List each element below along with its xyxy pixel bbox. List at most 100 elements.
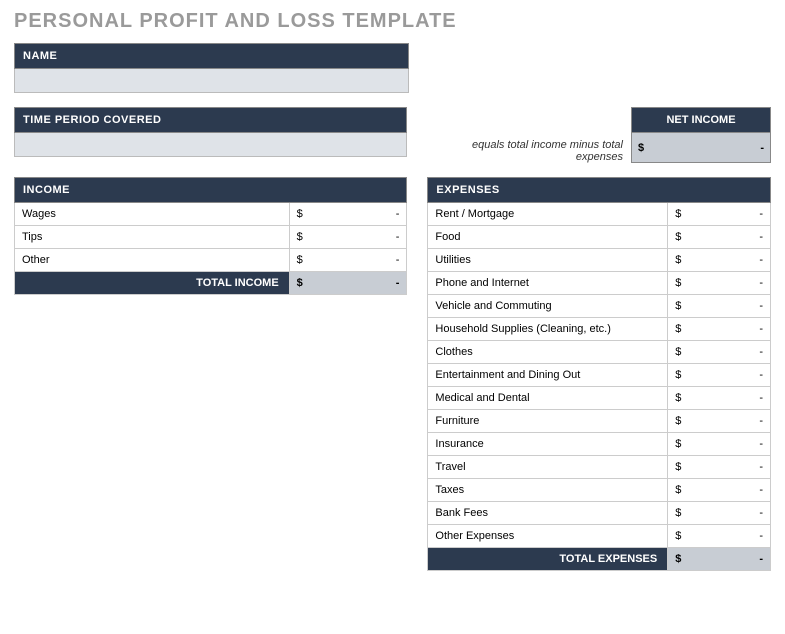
expenses-row-amount: - [759,530,763,542]
income-row-label[interactable]: Wages [15,203,290,226]
expenses-row-value[interactable]: $- [668,433,771,456]
table-row: Phone and Internet$- [428,272,771,295]
expenses-row-symbol: $ [675,530,681,542]
expenses-row-value[interactable]: $- [668,502,771,525]
expenses-header: EXPENSES [428,178,771,203]
expenses-row-value[interactable]: $- [668,272,771,295]
expenses-row-amount: - [759,461,763,473]
expenses-row-label[interactable]: Medical and Dental [428,387,668,410]
expenses-row-symbol: $ [675,392,681,404]
net-income-value: $ - [631,133,771,163]
expenses-row-amount: - [759,231,763,243]
expenses-row-amount: - [759,369,763,381]
expenses-row-amount: - [759,254,763,266]
expenses-row-value[interactable]: $- [668,295,771,318]
expenses-row-symbol: $ [675,507,681,519]
expenses-row-value[interactable]: $- [668,226,771,249]
expenses-row-label[interactable]: Entertainment and Dining Out [428,364,668,387]
expenses-row-value[interactable]: $- [668,318,771,341]
income-row-value[interactable]: $- [289,226,407,249]
expenses-row-amount: - [759,208,763,220]
table-row: Rent / Mortgage$- [428,203,771,226]
expenses-row-value[interactable]: $- [668,525,771,548]
income-row-value[interactable]: $- [289,249,407,272]
expenses-row-value[interactable]: $- [668,249,771,272]
expenses-row-value[interactable]: $- [668,203,771,226]
expenses-row-symbol: $ [675,369,681,381]
expenses-row-value[interactable]: $- [668,364,771,387]
table-row: Insurance$- [428,433,771,456]
expenses-row-label[interactable]: Vehicle and Commuting [428,295,668,318]
expenses-row-amount: - [759,507,763,519]
expenses-row-label[interactable]: Other Expenses [428,525,668,548]
time-period-header: TIME PERIOD COVERED [14,107,407,133]
expenses-row-value[interactable]: $- [668,410,771,433]
expenses-row-label[interactable]: Taxes [428,479,668,502]
expenses-row-amount: - [759,438,763,450]
expenses-row-label[interactable]: Travel [428,456,668,479]
expenses-row-label[interactable]: Bank Fees [428,502,668,525]
expenses-row-amount: - [759,277,763,289]
expenses-row-value[interactable]: $- [668,456,771,479]
expenses-row-label[interactable]: Food [428,226,668,249]
expenses-row-value[interactable]: $- [668,479,771,502]
page-title: PERSONAL PROFIT AND LOSS TEMPLATE [14,10,771,33]
net-income-note: equals total income minus total expenses [427,133,631,163]
table-row: Other Expenses$- [428,525,771,548]
income-header: INCOME [15,178,407,203]
net-income-symbol: $ [638,142,644,154]
income-row-amount: - [396,208,400,220]
expenses-row-amount: - [759,415,763,427]
time-period-input[interactable] [14,133,407,157]
income-row-amount: - [396,254,400,266]
expenses-row-amount: - [759,346,763,358]
income-row-label[interactable]: Tips [15,226,290,249]
income-row-symbol: $ [297,208,303,220]
table-row: Food$- [428,226,771,249]
expenses-row-symbol: $ [675,254,681,266]
table-row: Other$- [15,249,407,272]
income-total-label: TOTAL INCOME [15,272,290,295]
expenses-row-symbol: $ [675,231,681,243]
expenses-table: EXPENSES Rent / Mortgage$-Food$-Utilitie… [427,177,771,571]
income-table: INCOME Wages$-Tips$-Other$- TOTAL INCOME… [14,177,407,295]
expenses-total-label: TOTAL EXPENSES [428,548,668,571]
expenses-row-symbol: $ [675,277,681,289]
expenses-row-symbol: $ [675,300,681,312]
expenses-row-value[interactable]: $- [668,387,771,410]
expenses-row-symbol: $ [675,415,681,427]
table-row: Vehicle and Commuting$- [428,295,771,318]
expenses-row-label[interactable]: Insurance [428,433,668,456]
name-header: NAME [14,43,409,69]
expenses-row-symbol: $ [675,208,681,220]
table-row: Taxes$- [428,479,771,502]
income-row-amount: - [396,231,400,243]
expenses-row-label[interactable]: Utilities [428,249,668,272]
expenses-row-label[interactable]: Rent / Mortgage [428,203,668,226]
expenses-row-label[interactable]: Household Supplies (Cleaning, etc.) [428,318,668,341]
expenses-row-value[interactable]: $- [668,341,771,364]
table-row: Wages$- [15,203,407,226]
expenses-row-symbol: $ [675,323,681,335]
table-row: Clothes$- [428,341,771,364]
expenses-row-symbol: $ [675,461,681,473]
income-row-label[interactable]: Other [15,249,290,272]
expenses-row-symbol: $ [675,484,681,496]
table-row: Tips$- [15,226,407,249]
income-row-value[interactable]: $- [289,203,407,226]
income-total-symbol: $ [297,277,303,289]
table-row: Travel$- [428,456,771,479]
expenses-row-label[interactable]: Phone and Internet [428,272,668,295]
name-input[interactable] [14,69,409,93]
expenses-row-label[interactable]: Furniture [428,410,668,433]
expenses-row-symbol: $ [675,346,681,358]
expenses-row-amount: - [759,323,763,335]
expenses-row-label[interactable]: Clothes [428,341,668,364]
table-row: Entertainment and Dining Out$- [428,364,771,387]
income-row-symbol: $ [297,254,303,266]
table-row: Bank Fees$- [428,502,771,525]
expenses-total-value: $ - [668,548,771,571]
expenses-row-amount: - [759,392,763,404]
net-income-amount: - [760,142,764,154]
table-row: Utilities$- [428,249,771,272]
